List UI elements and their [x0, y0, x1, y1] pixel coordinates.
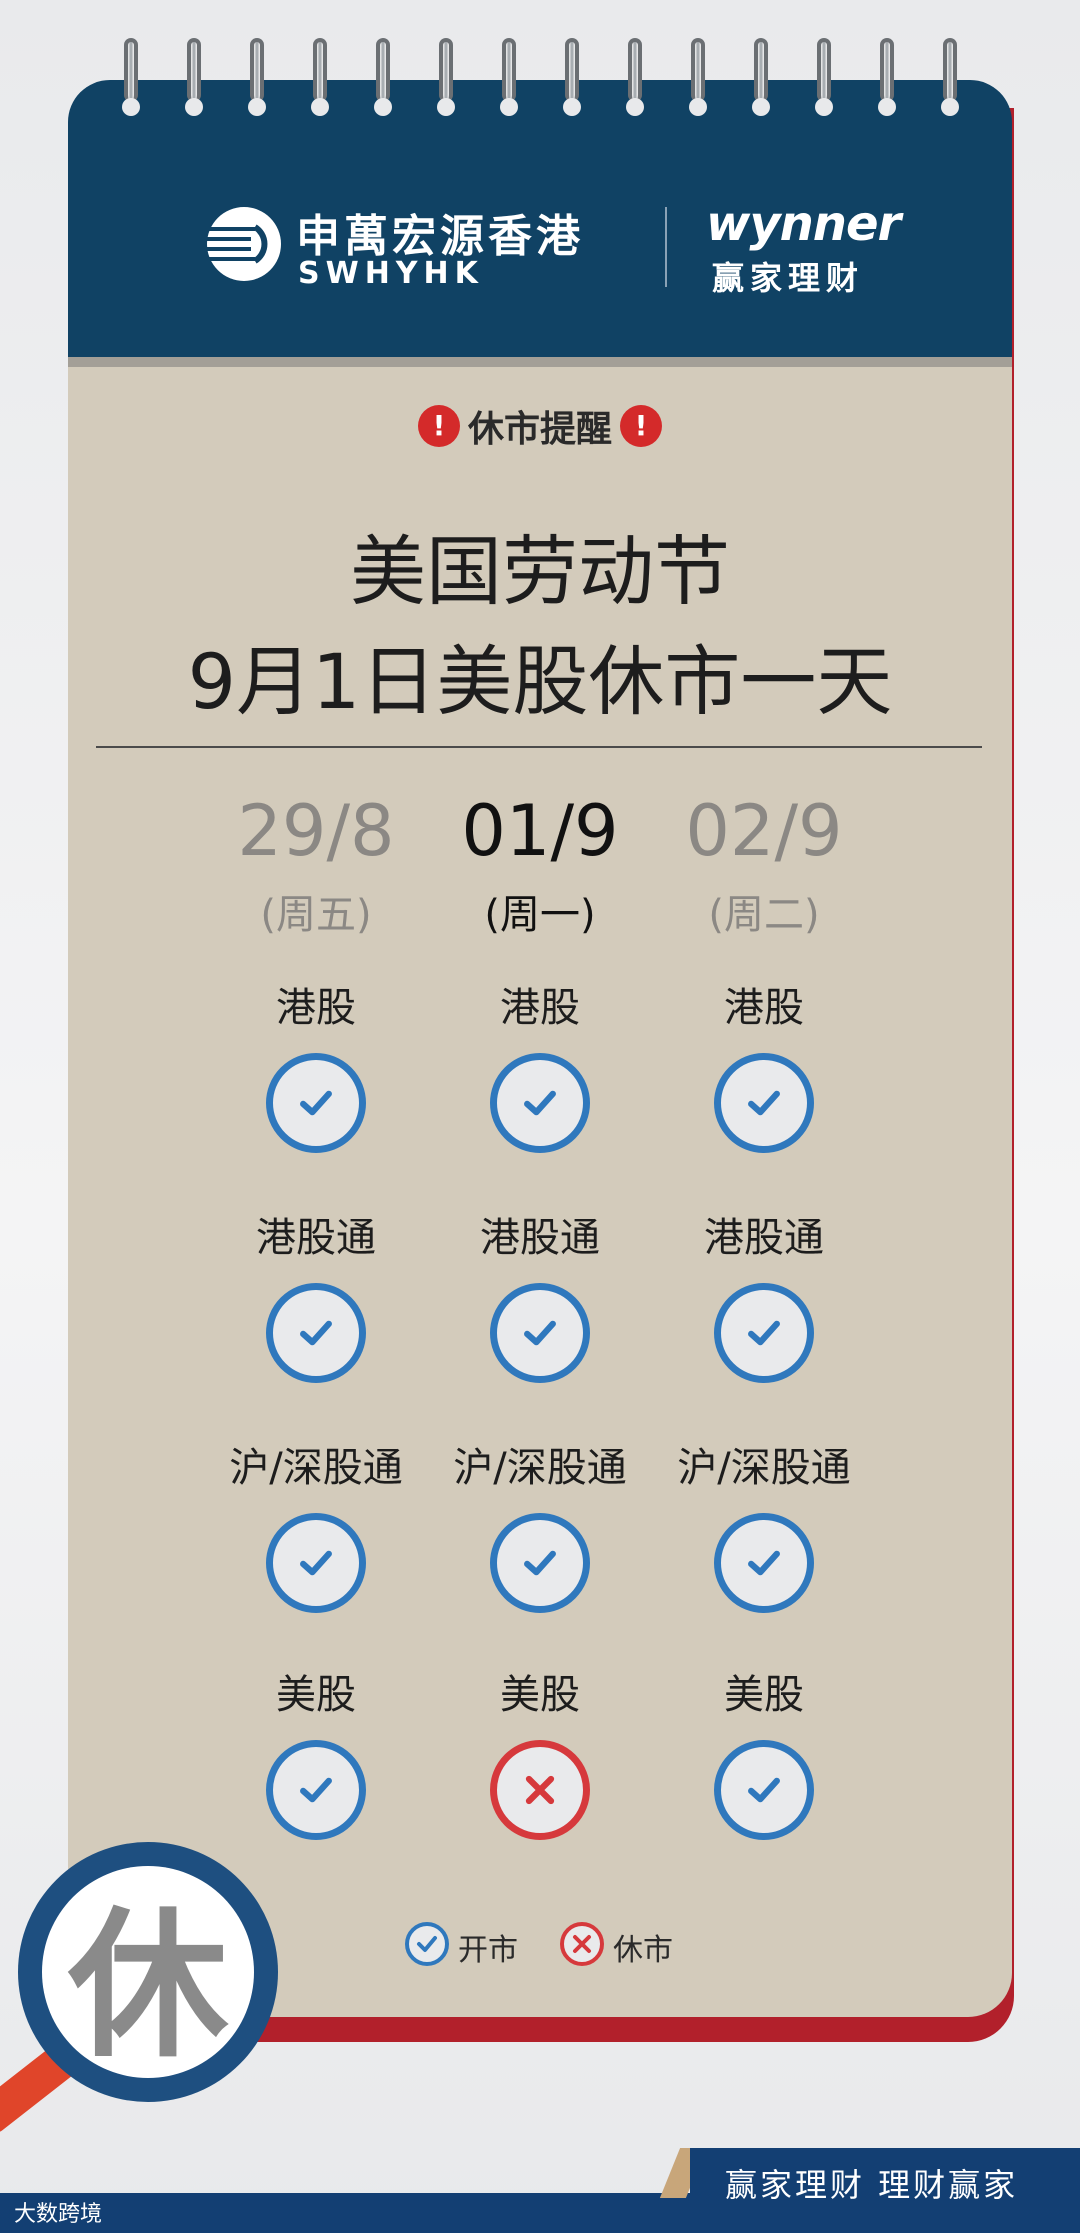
spiral-ring — [563, 38, 581, 130]
closure-title: 9月1日美股休市一天 — [187, 637, 893, 726]
closed-x-icon — [490, 1740, 590, 1840]
open-check-icon — [266, 1053, 366, 1153]
holiday-title: 美国劳动节 — [350, 527, 730, 616]
legend-closed-icon — [560, 1922, 604, 1966]
day-weekday: (周二) — [708, 892, 820, 938]
wynner-logo-cn: 赢家理财 — [712, 259, 865, 297]
alert-row: ! 休市提醒! — [0, 400, 1080, 452]
legend-closed-label: 休市 — [613, 1933, 673, 1968]
spiral-ring — [122, 38, 140, 130]
open-check-icon — [714, 1053, 814, 1153]
legend-open-label: 开市 — [458, 1933, 518, 1968]
open-check-icon — [266, 1740, 366, 1840]
open-check-icon — [490, 1513, 590, 1613]
watermark: 大数跨境 — [14, 2202, 103, 2227]
market-label: 港股 — [724, 985, 804, 1031]
spiral-ring — [500, 38, 518, 130]
spiral-ring — [248, 38, 266, 130]
market-label: 沪/深股通 — [677, 1445, 851, 1491]
open-check-icon — [490, 1053, 590, 1153]
header-strip — [68, 357, 1012, 367]
magnifier-char: 休 — [42, 1866, 254, 2079]
spiral-ring — [374, 38, 392, 130]
open-check-icon — [490, 1283, 590, 1383]
market-label: 美股 — [724, 1672, 804, 1718]
spiral-ring — [626, 38, 644, 130]
swhyhk-logo-icon — [205, 205, 283, 287]
open-check-icon — [714, 1513, 814, 1613]
open-check-icon — [266, 1283, 366, 1383]
exclamation-icon: ! — [620, 405, 662, 447]
day-date: 02/9 — [685, 790, 843, 872]
spiral-ring — [185, 38, 203, 130]
legend-open-icon — [405, 1922, 449, 1966]
spiral-ring — [878, 38, 896, 130]
open-check-icon — [714, 1740, 814, 1840]
spiral-ring — [941, 38, 959, 130]
footer-slogan: 赢家理财 理财赢家 — [725, 2166, 1019, 2204]
spiral-ring — [752, 38, 770, 130]
open-check-icon — [266, 1513, 366, 1613]
logo-divider — [665, 207, 667, 287]
market-label: 港股通 — [704, 1215, 824, 1261]
exclamation-icon: ! — [417, 405, 460, 447]
wynner-logo: wynner — [706, 196, 901, 252]
spiral-ring — [815, 38, 833, 130]
alert-label: 休市提醒 — [467, 409, 612, 450]
spiral-ring — [689, 38, 707, 130]
spiral-ring — [437, 38, 455, 130]
divider-line — [96, 746, 982, 748]
company-name-cn: 申萬宏源香港 — [296, 211, 584, 262]
company-name-en: SWHYHK — [298, 256, 484, 291]
spiral-ring — [311, 38, 329, 130]
open-check-icon — [714, 1283, 814, 1383]
